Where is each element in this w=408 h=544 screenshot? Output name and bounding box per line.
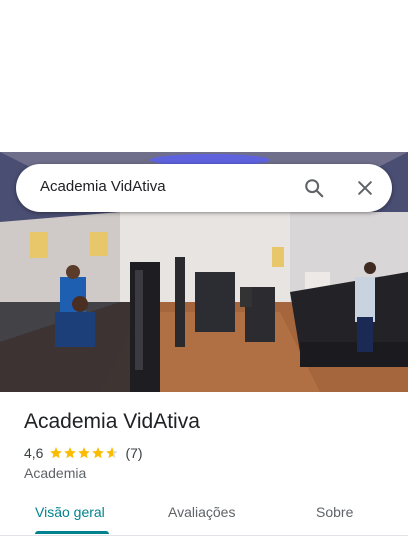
- tab-overview[interactable]: Visão geral: [35, 504, 105, 520]
- place-category: Academia: [24, 465, 87, 481]
- search-bar[interactable]: Academia VidAtiva: [16, 164, 392, 212]
- review-count[interactable]: (7): [125, 445, 142, 461]
- star-icon: [106, 447, 119, 459]
- tab-about[interactable]: Sobre: [316, 504, 353, 520]
- star-icon: [78, 447, 91, 459]
- close-icon[interactable]: [349, 172, 381, 204]
- tab-reviews[interactable]: Avaliações: [168, 504, 235, 520]
- active-tab-indicator: [35, 531, 109, 534]
- search-icon[interactable]: [298, 172, 330, 204]
- blank-header-area: [0, 0, 408, 152]
- place-title: Academia VidAtiva: [24, 410, 200, 433]
- star-icon: [92, 447, 105, 459]
- rating-row[interactable]: 4,6 (7): [24, 444, 143, 462]
- star-rating: [49, 446, 119, 460]
- star-icon: [64, 447, 77, 459]
- search-input[interactable]: Academia VidAtiva: [40, 178, 166, 195]
- place-tabs: Visão geral Avaliações Sobre: [0, 498, 408, 536]
- star-icon: [50, 447, 63, 459]
- rating-value: 4,6: [24, 445, 44, 461]
